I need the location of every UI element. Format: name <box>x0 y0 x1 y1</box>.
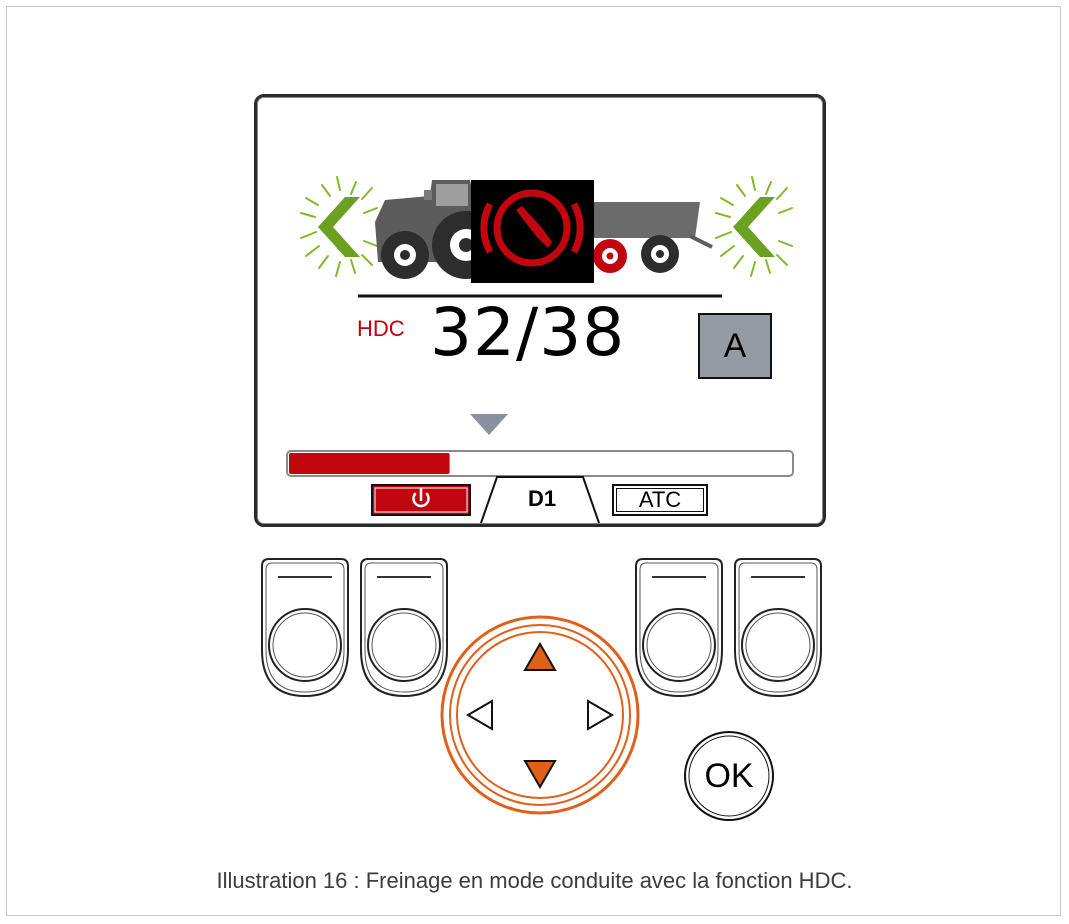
function-button-1[interactable] <box>261 558 349 698</box>
figure-caption: Illustration 16 : Freinage en mode condu… <box>216 868 853 893</box>
power-button[interactable] <box>371 484 471 516</box>
mode-indicator: A <box>698 313 772 379</box>
progress-marker-icon <box>470 414 508 435</box>
function-button-3[interactable] <box>635 558 723 698</box>
progress-fill <box>289 453 450 474</box>
function-button-4[interactable] <box>734 558 822 698</box>
hdc-label: HDC <box>357 316 405 341</box>
illustration-graphics <box>261 176 822 821</box>
chevron-left-icon <box>715 176 793 277</box>
brake-warning-icon <box>471 180 594 283</box>
speed-readout: 32/38 <box>430 294 626 371</box>
ok-button[interactable]: OK <box>684 731 774 821</box>
chevron-left-icon <box>300 176 378 277</box>
progress-bar <box>286 450 794 477</box>
function-button-2[interactable] <box>360 558 448 698</box>
tab-d1-label[interactable]: D1 <box>519 486 565 512</box>
trailer-icon <box>592 202 713 273</box>
atc-button[interactable]: ATC <box>612 484 708 516</box>
dpad[interactable] <box>440 615 640 815</box>
